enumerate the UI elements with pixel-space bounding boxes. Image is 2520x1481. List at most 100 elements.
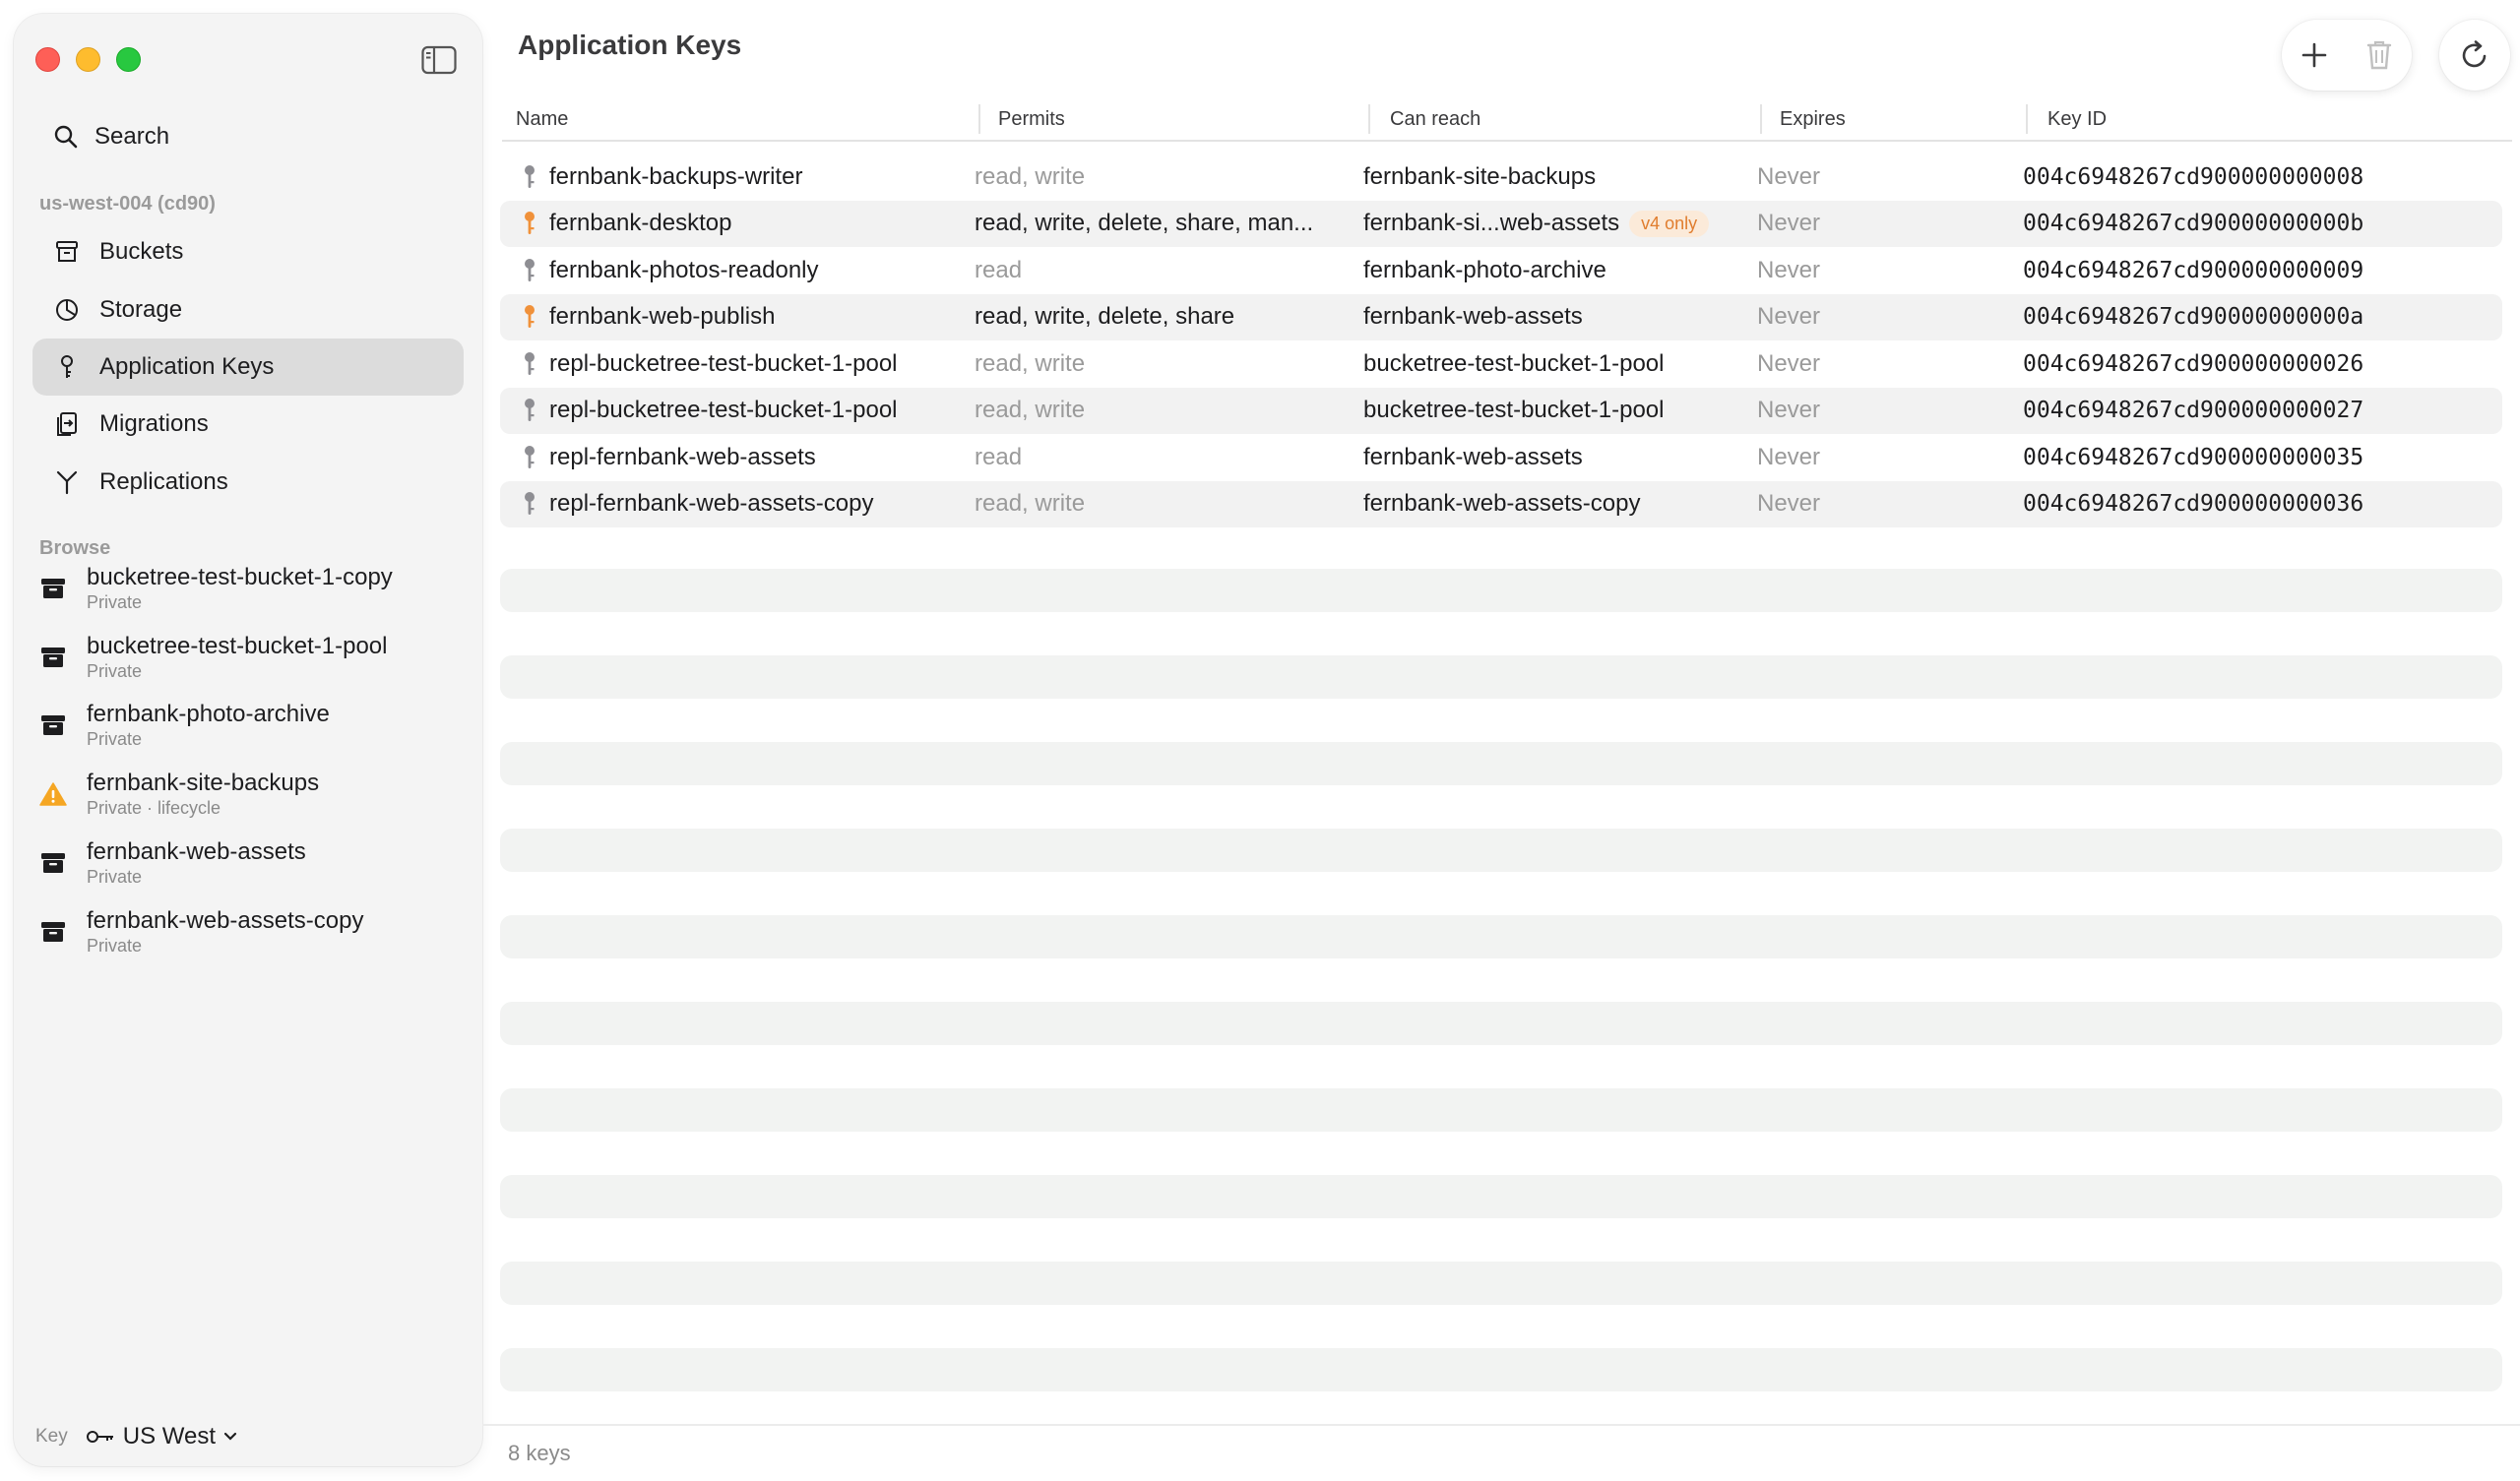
empty-row — [500, 829, 2502, 872]
key-reach-cell: fernbank-web-assets — [1363, 434, 1747, 481]
key-icon — [518, 340, 541, 388]
fork-icon — [56, 470, 78, 495]
key-reach-cell: fernbank-web-assets-copy — [1363, 481, 1747, 528]
key-icon — [518, 481, 541, 528]
bucket-visibility: Private — [87, 936, 143, 956]
key-id: 004c6948267cd900000000026 — [2023, 350, 2364, 377]
key-name: fernbank-backups-writer — [549, 162, 803, 190]
key-permits: read — [975, 256, 1023, 283]
column-divider[interactable] — [1368, 104, 1370, 134]
sidebar-footer: Key US West — [14, 1407, 482, 1466]
bucket-visibility: Private · lifecycle — [87, 798, 221, 818]
empty-row — [500, 655, 2502, 699]
key-icon — [518, 247, 541, 294]
column-header-key-id[interactable]: Key ID — [2046, 98, 2107, 140]
key-permits: read, write, delete, share — [975, 303, 1235, 331]
key-id: 004c6948267cd90000000000b — [2023, 211, 2364, 237]
key-reach: fernbank-web-assets — [1363, 443, 1583, 470]
browse-bucket-item[interactable]: fernbank-site-backups Private · lifecycl… — [39, 767, 472, 822]
sidebar-item-application-keys[interactable]: Application Keys — [32, 339, 464, 396]
key-reach-cell: fernbank-web-assets — [1363, 294, 1747, 341]
browse-bucket-item[interactable]: bucketree-test-bucket-1-copy Private — [39, 561, 472, 616]
key-icon — [518, 388, 541, 435]
sidebar-item-storage[interactable]: Storage — [32, 281, 464, 339]
search-label: Search — [94, 123, 170, 150]
bucket-name: bucketree-test-bucket-1-pool — [87, 633, 388, 659]
key-id: 004c6948267cd90000000000a — [2023, 304, 2364, 331]
column-divider[interactable] — [1760, 104, 1762, 134]
page-title: Application Keys — [518, 30, 742, 60]
table-row[interactable]: fernbank-desktop read, write, delete, sha… — [500, 200, 2502, 247]
empty-row — [500, 1348, 2502, 1391]
table-row[interactable]: repl-bucketree-test-bucket-1-pool read, w… — [500, 387, 2502, 435]
column-divider[interactable] — [978, 104, 980, 134]
sidebar-item-label: Storage — [99, 296, 183, 323]
table-row[interactable]: repl-fernbank-web-assets read fernbank-web… — [500, 434, 2502, 481]
table-row[interactable]: fernbank-backups-writer read, write fernba… — [500, 154, 2502, 201]
key-name: fernbank-photos-readonly — [549, 256, 819, 283]
browse-bucket-item[interactable]: bucketree-test-bucket-1-pool Private — [39, 630, 472, 685]
sidebar: Search us-west-004 (cd90) Buckets Storag… — [14, 14, 482, 1466]
browse-bucket-item[interactable]: fernbank-web-assets-copy Private — [39, 904, 472, 959]
browse-bucket-item[interactable]: fernbank-photo-archive Private — [39, 698, 472, 753]
key-reach: fernbank-web-assets — [1363, 303, 1583, 331]
key-reach: fernbank-web-assets-copy — [1363, 490, 1641, 518]
table-row[interactable]: fernbank-photos-readonly read fernbank-pho… — [500, 247, 2502, 294]
bucket-visibility: Private — [87, 661, 143, 681]
zoom-window-button[interactable] — [116, 47, 141, 72]
archive-icon — [39, 575, 67, 602]
key-name: repl-fernbank-web-assets — [549, 443, 816, 470]
key-id: 004c6948267cd900000000008 — [2023, 163, 2364, 190]
key-expires: Never — [1757, 397, 1821, 424]
key-expires: Never — [1757, 349, 1821, 377]
key-footer-label: Key — [35, 1426, 68, 1447]
column-header-permits[interactable]: Permits — [996, 98, 1065, 140]
table-row[interactable]: repl-bucketree-test-bucket-1-pool read, w… — [500, 340, 2502, 388]
key-icon — [518, 434, 541, 481]
minimize-window-button[interactable] — [76, 47, 100, 72]
column-header-name[interactable]: Name — [514, 98, 568, 140]
sidebar-item-replications[interactable]: Replications — [32, 454, 464, 511]
add-key-button[interactable] — [2287, 28, 2342, 83]
refresh-toolbar — [2439, 20, 2510, 91]
key-id: 004c6948267cd900000000035 — [2023, 444, 2364, 470]
key-reach-cell: bucketree-test-bucket-1-pool — [1363, 340, 1747, 388]
empty-row — [500, 569, 2502, 612]
key-permits: read, write — [975, 397, 1086, 424]
key-expires: Never — [1757, 162, 1821, 190]
delete-key-button[interactable] — [2352, 28, 2407, 83]
table-row[interactable]: fernbank-web-publish read, write, delete,… — [500, 293, 2502, 341]
key-reach: fernbank-photo-archive — [1363, 256, 1606, 283]
empty-row-placeholders — [500, 569, 2502, 1435]
key-reach: fernbank-si...web-assets — [1363, 210, 1620, 237]
close-window-button[interactable] — [35, 47, 60, 72]
empty-row — [500, 915, 2502, 958]
sidebar-toggle-icon[interactable] — [421, 45, 457, 75]
column-header-can-reach[interactable]: Can reach — [1388, 98, 1480, 140]
archive-icon — [39, 849, 67, 877]
region-selector[interactable]: US West — [86, 1423, 237, 1450]
browse-bucket-item[interactable]: fernbank-web-assets Private — [39, 835, 472, 891]
key-reach-cell: bucketree-test-bucket-1-pool — [1363, 388, 1747, 435]
key-icon — [518, 294, 541, 341]
bucket-visibility: Private — [87, 729, 143, 749]
key-expires: Never — [1757, 443, 1821, 470]
key-count: 8 keys — [508, 1441, 571, 1465]
column-header-expires[interactable]: Expires — [1778, 98, 1846, 140]
trash-icon — [2366, 40, 2392, 70]
bucket-icon — [56, 241, 78, 262]
sidebar-item-migrations[interactable]: Migrations — [32, 396, 464, 453]
key-reach: bucketree-test-bucket-1-pool — [1363, 349, 1665, 377]
sidebar-search[interactable]: Search — [53, 116, 467, 157]
sidebar-item-label: Application Keys — [99, 353, 275, 380]
empty-row — [500, 1088, 2502, 1132]
key-horizontal-icon — [86, 1431, 113, 1443]
key-id: 004c6948267cd900000000009 — [2023, 257, 2364, 283]
refresh-button[interactable] — [2447, 28, 2502, 83]
column-divider[interactable] — [2026, 104, 2028, 134]
key-icon — [61, 355, 73, 378]
key-reach-cell: fernbank-photo-archive — [1363, 247, 1747, 294]
table-row[interactable]: repl-fernbank-web-assets-copy read, write… — [500, 480, 2502, 528]
sidebar-item-buckets[interactable]: Buckets — [32, 223, 464, 280]
empty-row — [500, 1002, 2502, 1045]
